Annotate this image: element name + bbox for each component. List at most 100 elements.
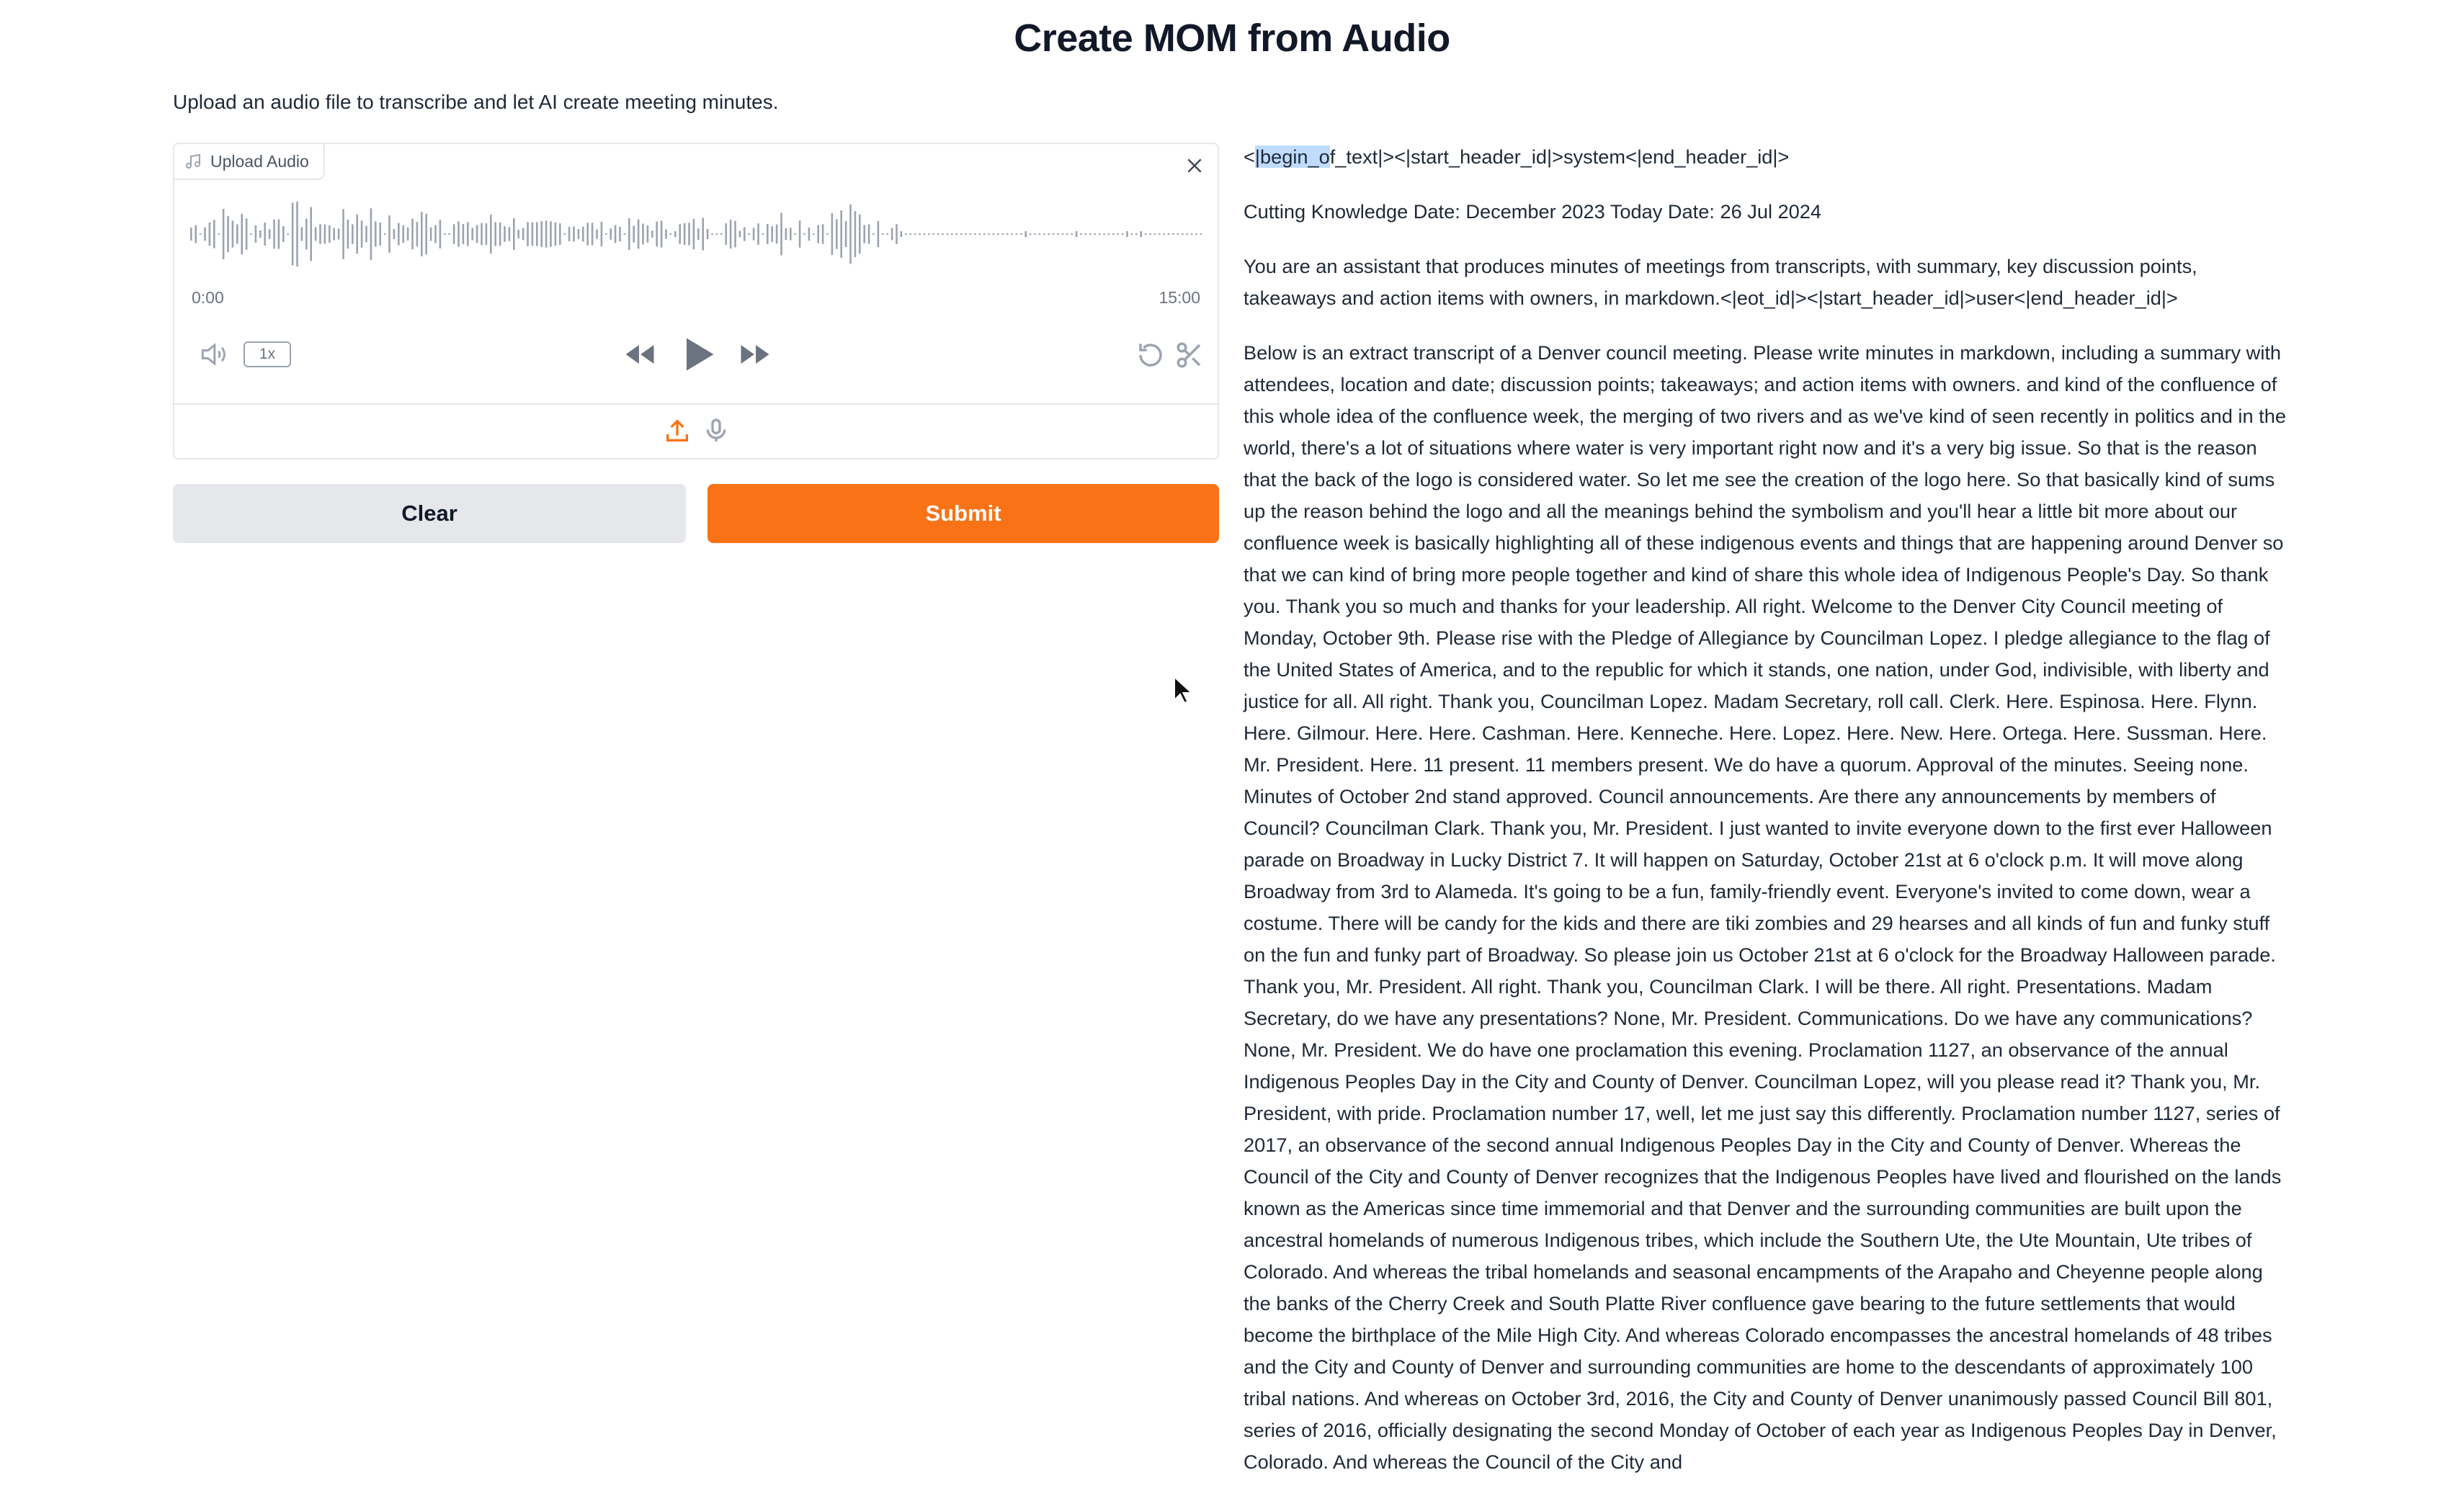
waveform-bar bbox=[1186, 233, 1188, 235]
waveform-bar bbox=[429, 227, 432, 241]
waveform-bar bbox=[729, 219, 732, 249]
waveform-bar bbox=[669, 233, 672, 235]
waveform-bar bbox=[651, 230, 653, 238]
waveform-bar bbox=[375, 221, 377, 247]
undo-icon[interactable] bbox=[1135, 340, 1166, 370]
music-icon bbox=[186, 153, 200, 169]
waveform-bar bbox=[550, 221, 552, 247]
waveform-bar bbox=[1052, 233, 1055, 235]
waveform-bar bbox=[319, 224, 321, 244]
waveform-bar bbox=[513, 218, 515, 251]
waveform-bar bbox=[421, 212, 423, 256]
waveform-bar bbox=[628, 218, 630, 250]
waveform-bar bbox=[448, 233, 450, 235]
waveform-bar bbox=[1182, 233, 1184, 235]
waveform-bar bbox=[517, 230, 519, 238]
waveform-bar bbox=[1098, 233, 1101, 235]
waveform-bar bbox=[955, 233, 958, 235]
panel-divider bbox=[174, 403, 1218, 405]
waveform-bar bbox=[236, 224, 238, 244]
waveform-bar bbox=[1094, 233, 1096, 235]
waveform-bar bbox=[656, 221, 658, 247]
waveform-bar bbox=[504, 226, 506, 242]
waveform-bar bbox=[932, 233, 934, 235]
audio-waveform[interactable] bbox=[190, 194, 1205, 274]
waveform-bar bbox=[259, 230, 262, 238]
waveform-bar bbox=[499, 222, 501, 246]
waveform-bar bbox=[1200, 233, 1202, 235]
waveform-bar bbox=[402, 225, 404, 243]
selected-text: |begin_o bbox=[1254, 145, 1330, 168]
waveform-bar bbox=[1084, 233, 1087, 235]
waveform-bar bbox=[1126, 231, 1128, 237]
close-button[interactable] bbox=[1182, 153, 1208, 179]
waveform-bar bbox=[702, 218, 704, 251]
waveform-bar bbox=[347, 219, 349, 249]
waveform-bar bbox=[208, 222, 211, 246]
waveform-bar bbox=[780, 212, 782, 256]
waveform-bar bbox=[1034, 233, 1036, 235]
fast-forward-icon[interactable] bbox=[736, 336, 774, 373]
waveform-bar bbox=[831, 212, 834, 256]
waveform-bar bbox=[1149, 233, 1151, 235]
clear-button[interactable]: Clear bbox=[173, 484, 686, 543]
output-paragraph-3: You are an assistant that produces minut… bbox=[1244, 255, 2197, 309]
submit-button[interactable]: Submit bbox=[707, 484, 1219, 543]
waveform-bar bbox=[190, 227, 192, 241]
waveform-bar bbox=[245, 218, 248, 250]
waveform-bar bbox=[490, 214, 492, 254]
output-paragraph-4: Below is an extract transcript of a Denv… bbox=[1244, 341, 2286, 1473]
waveform-bar bbox=[545, 220, 548, 248]
waveform-bar bbox=[794, 233, 796, 235]
waveform-bar bbox=[536, 222, 538, 246]
waveform-bar bbox=[738, 230, 741, 238]
waveform-bar bbox=[877, 220, 880, 248]
waveform-bar bbox=[1172, 233, 1174, 235]
waveform-bar bbox=[1163, 233, 1165, 235]
scissors-icon[interactable] bbox=[1174, 340, 1205, 370]
waveform-bar bbox=[582, 226, 584, 242]
waveform-bar bbox=[817, 225, 819, 243]
waveform-bar bbox=[665, 229, 667, 239]
waveform-bar bbox=[329, 225, 331, 243]
waveform-bar bbox=[476, 225, 478, 243]
waveform-bar bbox=[1061, 233, 1064, 235]
waveform-bar bbox=[370, 208, 372, 260]
waveform-bar bbox=[720, 233, 723, 235]
waveform-bar bbox=[1075, 231, 1078, 237]
waveform-bar bbox=[508, 227, 511, 241]
waveform-bar bbox=[679, 224, 681, 244]
waveform-bar bbox=[337, 228, 340, 240]
waveform-bar bbox=[1066, 233, 1068, 235]
play-icon[interactable] bbox=[676, 331, 719, 377]
waveform-bar bbox=[282, 226, 285, 242]
waveform-bar bbox=[946, 233, 949, 235]
waveform-bar bbox=[383, 233, 386, 235]
volume-icon[interactable] bbox=[197, 339, 229, 370]
waveform-bar bbox=[997, 233, 999, 235]
waveform-bar bbox=[577, 228, 580, 240]
upload-icon[interactable] bbox=[663, 416, 692, 445]
waveform-bar bbox=[757, 223, 759, 245]
waveform-bar bbox=[218, 233, 220, 235]
waveform-bar bbox=[919, 233, 921, 235]
waveform-bar bbox=[1011, 233, 1013, 235]
waveform-bar bbox=[522, 228, 525, 241]
waveform-bar bbox=[715, 233, 718, 235]
playback-speed-button[interactable]: 1x bbox=[244, 341, 291, 367]
waveform-bar bbox=[1140, 231, 1142, 237]
waveform-bar bbox=[360, 220, 363, 248]
waveform-bar bbox=[485, 223, 488, 246]
waveform-bar bbox=[314, 227, 317, 241]
waveform-bar bbox=[323, 224, 326, 244]
waveform-bar bbox=[798, 220, 801, 248]
waveform-bar bbox=[808, 227, 811, 241]
waveform-bar bbox=[481, 223, 483, 246]
waveform-bar bbox=[268, 229, 271, 239]
waveform-bar bbox=[291, 202, 294, 266]
rewind-icon[interactable] bbox=[621, 336, 659, 373]
microphone-icon[interactable] bbox=[702, 416, 731, 445]
waveform-bar bbox=[896, 224, 898, 244]
waveform-bar bbox=[790, 228, 792, 241]
waveform-bar bbox=[614, 225, 617, 243]
